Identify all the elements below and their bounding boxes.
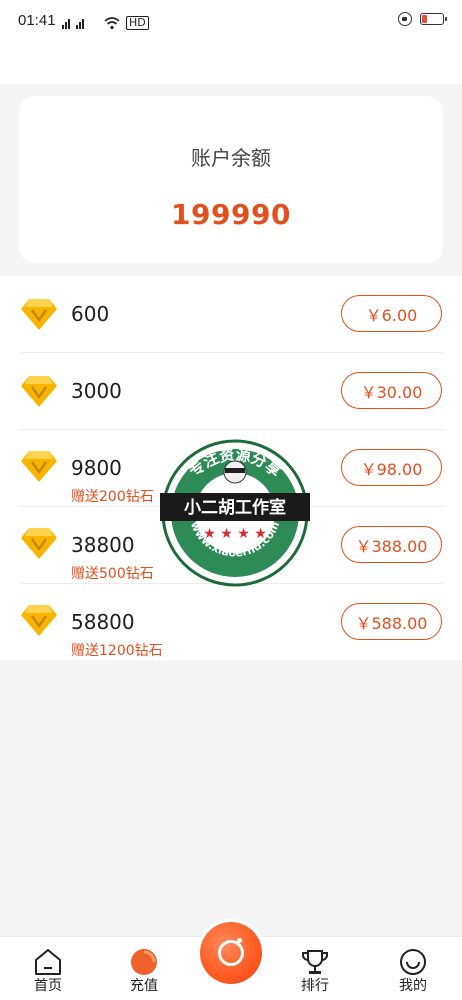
watermark-banner-text: 小二胡工作室 [184,497,286,518]
profile-icon [400,949,426,975]
network-indicators: HD [62,12,149,30]
status-bar: 01:41 HD [0,0,462,48]
buy-button-58800[interactable]: ￥588.00 [341,603,442,640]
wifi-icon [104,17,120,30]
pack-amount: 38800 [71,533,135,557]
pack-amount: 3000 [71,379,122,403]
tab-label: 我的 [399,978,427,994]
pack-bonus: 赠送1200钻石 [71,643,163,659]
signal-icon [62,19,84,29]
status-time: 01:41 [18,12,56,29]
pack-amount: 58800 [71,610,135,634]
balance-card: 账户余额 199990 [19,96,443,263]
buy-button-9800[interactable]: ￥98.00 [341,449,442,486]
battery-icon [420,13,447,25]
header-area [0,48,462,84]
pack-row-5[interactable]: 58800 赠送1200钻石 ￥588.00 [0,584,462,661]
home-icon [35,949,61,975]
rotation-lock-icon [398,12,412,26]
tab-label: 首页 [34,978,62,994]
tab-home[interactable]: 首页 [13,941,83,999]
diamond-icon [21,376,57,407]
pack-row-1[interactable]: 600 ￥6.00 [0,276,462,353]
balance-value: 199990 [171,198,291,231]
tab-label: 充值 [130,978,158,994]
camera-icon [218,940,244,966]
camera-button[interactable] [200,922,262,984]
tab-ranking[interactable]: 排行 [280,941,350,999]
buy-button-3000[interactable]: ￥30.00 [341,372,442,409]
pack-bonus: 赠送200钻石 [71,489,154,505]
diamond-icon [21,299,57,330]
buy-button-600[interactable]: ￥6.00 [341,295,442,332]
tab-label: 排行 [301,978,329,994]
diamond-icon [21,451,57,482]
diamond-icon [21,605,57,636]
hd-label: HD [126,16,149,30]
status-right [398,12,447,26]
diamond-icon [21,528,57,559]
pack-amount: 9800 [71,456,122,480]
svg-text:★ ★ ★ ★: ★ ★ ★ ★ [203,526,267,542]
balance-label: 账户余额 [191,146,271,170]
tab-recharge[interactable]: 充值 [109,941,179,999]
recharge-icon [131,949,157,975]
watermark-logo: 专注资源分享 www.xiaoerhu.com 小二胡工作室 ★ ★ ★ ★ [160,439,310,587]
tab-profile[interactable]: 我的 [378,941,448,999]
buy-button-38800[interactable]: ￥388.00 [341,526,442,563]
pack-amount: 600 [71,302,110,326]
pack-bonus: 赠送500钻石 [71,566,154,582]
trophy-icon [302,950,328,974]
pack-row-2[interactable]: 3000 ￥30.00 [0,353,462,430]
